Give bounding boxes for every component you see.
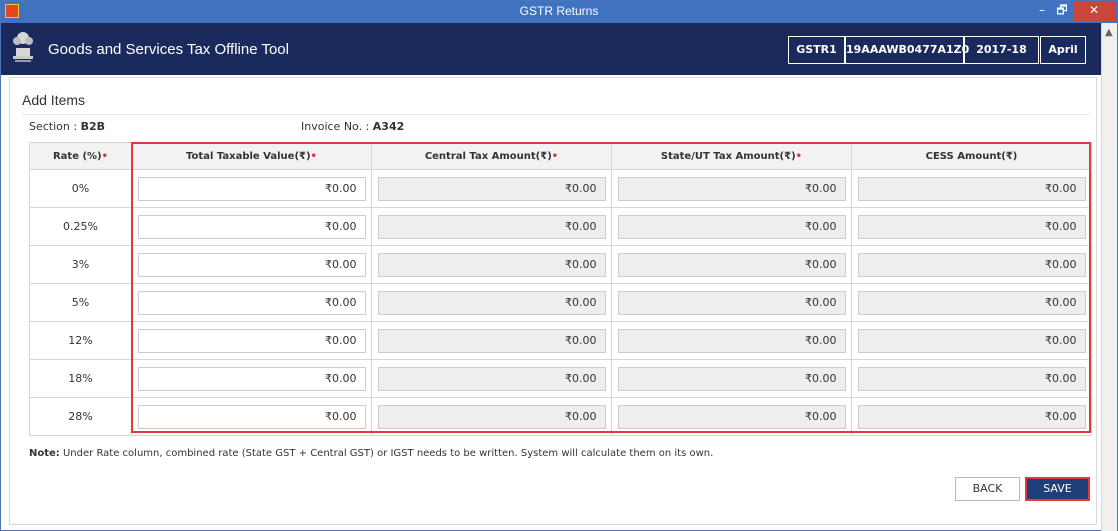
section-info: Section : B2B (29, 120, 105, 133)
taxable-value-input[interactable]: ₹0.00 (137, 404, 366, 429)
state-tax-field: ₹0.00 (617, 252, 846, 277)
table-row: 0.25% ₹0.00 ₹0.00 ₹0.00 ₹0.00 (29, 207, 1092, 246)
state-tax-field: ₹0.00 (617, 328, 846, 353)
rate-cell: 3% (29, 245, 132, 284)
form-type-badge: GSTR1 (788, 36, 845, 64)
header-taxable-value: Total Taxable Value(₹)• (131, 142, 372, 170)
app-window: GSTR Returns – 🗗 ✕ Goods and Services Ta… (0, 0, 1118, 531)
header-rate: Rate (%)• (29, 142, 132, 170)
state-tax-field: ₹0.00 (617, 176, 846, 201)
cess-amount-field: ₹0.00 (857, 366, 1086, 391)
rate-cell: 28% (29, 397, 132, 436)
header-central-tax: Central Tax Amount(₹)• (371, 142, 612, 170)
taxable-value-input[interactable]: ₹0.00 (137, 290, 366, 315)
financial-year-badge: 2017-18 (964, 36, 1039, 64)
title-bar: GSTR Returns – 🗗 ✕ (1, 1, 1117, 23)
rate-cell: 18% (29, 359, 132, 398)
invoice-label: Invoice No. : (301, 120, 370, 133)
invoice-info: Invoice No. : A342 (301, 120, 404, 133)
section-value: B2B (80, 120, 106, 133)
state-tax-field: ₹0.00 (617, 290, 846, 315)
scroll-up-icon[interactable]: ▲ (1105, 27, 1113, 38)
cess-amount-field: ₹0.00 (857, 290, 1086, 315)
emblem-icon (13, 32, 33, 62)
note-label: Note: (29, 448, 60, 459)
window-title: GSTR Returns (519, 4, 599, 18)
header-state-tax: State/UT Tax Amount(₹)• (611, 142, 852, 170)
save-button[interactable]: SAVE (1025, 477, 1090, 501)
rate-cell: 12% (29, 321, 132, 360)
minimize-icon[interactable]: – (1033, 1, 1051, 21)
table-row: 3% ₹0.00 ₹0.00 ₹0.00 ₹0.00 (29, 245, 1092, 284)
section-label: Section : (29, 120, 78, 133)
central-tax-field: ₹0.00 (377, 404, 606, 429)
table-header-row: Rate (%)• Total Taxable Value(₹)• Centra… (29, 142, 1092, 170)
central-tax-field: ₹0.00 (377, 176, 606, 201)
cess-amount-field: ₹0.00 (857, 328, 1086, 353)
cess-amount-field: ₹0.00 (857, 176, 1086, 201)
maximize-icon[interactable]: 🗗 (1053, 1, 1071, 21)
central-tax-field: ₹0.00 (377, 214, 606, 239)
rate-cell: 0.25% (29, 207, 132, 246)
month-badge: April (1040, 36, 1086, 64)
state-tax-field: ₹0.00 (617, 214, 846, 239)
central-tax-field: ₹0.00 (377, 328, 606, 353)
taxable-value-input[interactable]: ₹0.00 (137, 214, 366, 239)
rate-cell: 5% (29, 283, 132, 322)
title-divider (22, 114, 1090, 115)
rate-note: Note: Under Rate column, combined rate (… (29, 448, 713, 459)
gstin-badge: 19AAAWB0477A1Z0 (845, 36, 969, 64)
rate-items-table: Rate (%)• Total Taxable Value(₹)• Centra… (29, 142, 1092, 436)
taxable-value-input[interactable]: ₹0.00 (137, 328, 366, 353)
table-row: 5% ₹0.00 ₹0.00 ₹0.00 ₹0.00 (29, 283, 1092, 322)
header-cess: CESS Amount(₹) (851, 142, 1092, 170)
central-tax-field: ₹0.00 (377, 290, 606, 315)
taxable-value-input[interactable]: ₹0.00 (137, 366, 366, 391)
table-row: 12% ₹0.00 ₹0.00 ₹0.00 ₹0.00 (29, 321, 1092, 360)
cess-amount-field: ₹0.00 (857, 252, 1086, 277)
vertical-scrollbar[interactable]: ▲ (1101, 23, 1117, 531)
state-tax-field: ₹0.00 (617, 404, 846, 429)
taxable-value-input[interactable]: ₹0.00 (137, 252, 366, 277)
invoice-value: A342 (372, 120, 405, 133)
back-button[interactable]: BACK (955, 477, 1020, 501)
cess-amount-field: ₹0.00 (857, 214, 1086, 239)
rate-cell: 0% (29, 169, 132, 208)
table-row: 28% ₹0.00 ₹0.00 ₹0.00 ₹0.00 (29, 397, 1092, 436)
taxable-value-input[interactable]: ₹0.00 (137, 176, 366, 201)
note-text: Under Rate column, combined rate (State … (59, 448, 714, 459)
state-tax-field: ₹0.00 (617, 366, 846, 391)
page-title: Add Items (22, 92, 86, 108)
table-row: 0% ₹0.00 ₹0.00 ₹0.00 ₹0.00 (29, 169, 1092, 208)
app-name: Goods and Services Tax Offline Tool (48, 41, 289, 58)
table-row: 18% ₹0.00 ₹0.00 ₹0.00 ₹0.00 (29, 359, 1092, 398)
central-tax-field: ₹0.00 (377, 366, 606, 391)
app-header: Goods and Services Tax Offline Tool GSTR… (1, 23, 1101, 75)
central-tax-field: ₹0.00 (377, 252, 606, 277)
close-icon[interactable]: ✕ (1073, 1, 1115, 21)
cess-amount-field: ₹0.00 (857, 404, 1086, 429)
